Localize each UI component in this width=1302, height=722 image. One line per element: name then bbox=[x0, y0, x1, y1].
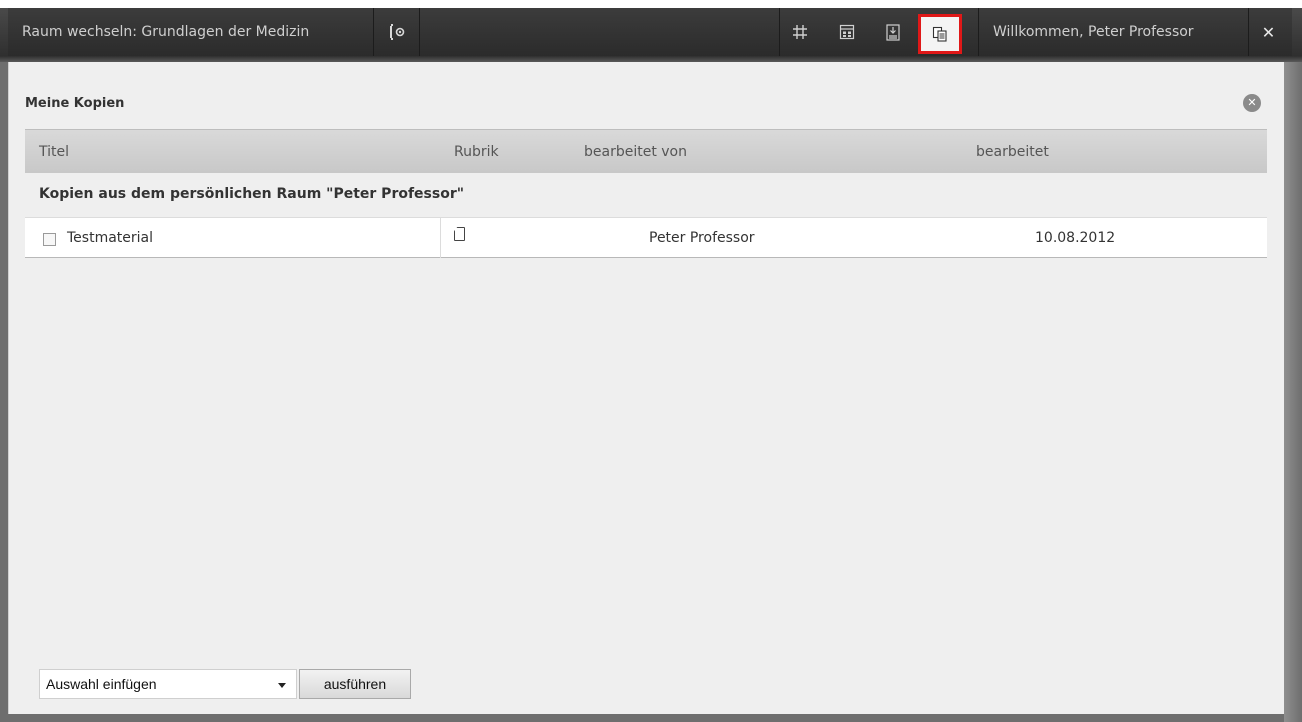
key-gear-icon[interactable] bbox=[374, 8, 420, 56]
scrollbar-edge[interactable] bbox=[1284, 62, 1302, 722]
column-header-bearbeitet[interactable]: bearbeitet bbox=[976, 144, 1049, 160]
clipboard-icon[interactable] bbox=[873, 8, 913, 56]
action-select[interactable]: Auswahl einfügen bbox=[39, 669, 297, 699]
column-header-bearbeitet-von[interactable]: bearbeitet von bbox=[584, 144, 687, 160]
table-header: Titel Rubrik bearbeitet von bearbeitet bbox=[25, 129, 1267, 173]
row-editor: Peter Professor bbox=[649, 230, 755, 246]
close-icon[interactable]: ✕ bbox=[1248, 8, 1288, 56]
row-checkbox[interactable] bbox=[43, 233, 56, 246]
row-date: 10.08.2012 bbox=[1035, 230, 1116, 246]
table-row: Testmaterial Peter Professor 10.08.2012 bbox=[25, 217, 1267, 258]
column-header-rubrik[interactable]: Rubrik bbox=[454, 144, 499, 160]
welcome-user-menu[interactable]: Willkommen, Peter Professor bbox=[978, 8, 1248, 56]
chevron-down-icon bbox=[278, 683, 286, 688]
execute-button[interactable]: ausführen bbox=[299, 669, 411, 699]
grid-icon[interactable] bbox=[779, 8, 819, 56]
copies-icon[interactable] bbox=[918, 14, 962, 54]
group-header: Kopien aus dem persönlichen Raum "Peter … bbox=[39, 186, 465, 202]
column-header-titel[interactable]: Titel bbox=[39, 144, 69, 160]
room-switch-button[interactable]: Raum wechseln: Grundlagen der Medizin bbox=[8, 8, 374, 56]
action-select-value: Auswahl einfügen bbox=[46, 676, 157, 692]
copies-panel: Meine Kopien ✕ Titel Rubrik bearbeitet v… bbox=[8, 62, 1284, 714]
panel-title: Meine Kopien bbox=[25, 96, 125, 111]
column-divider bbox=[440, 218, 441, 258]
row-title[interactable]: Testmaterial bbox=[67, 230, 153, 246]
circle-close-icon[interactable]: ✕ bbox=[1243, 94, 1261, 112]
calendar-icon[interactable] bbox=[827, 8, 867, 56]
material-icon bbox=[454, 227, 465, 241]
